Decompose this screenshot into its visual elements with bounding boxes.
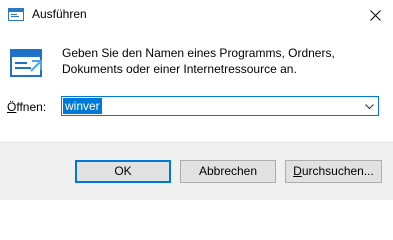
close-button[interactable] [357, 0, 393, 30]
browse-accesskey: D [293, 164, 302, 178]
run-app-icon [8, 8, 24, 21]
open-label: Öffnen: [7, 99, 46, 115]
open-input[interactable]: winver [63, 98, 102, 114]
browse-button[interactable]: Durchsuchen... [285, 160, 382, 183]
run-dialog: Ausführen Geben Sie den Namen eines Prog… [0, 0, 393, 200]
cancel-button[interactable]: Abbrechen [180, 160, 276, 183]
ok-button[interactable]: OK [75, 160, 171, 183]
open-label-accesskey: Ö [7, 100, 17, 114]
browse-label: urchsuchen... [301, 164, 374, 178]
chevron-down-icon [364, 99, 374, 113]
open-combobox[interactable]: winver [61, 96, 379, 116]
run-dialog-icon [10, 48, 44, 80]
dropdown-button[interactable] [360, 97, 378, 115]
title-bar[interactable]: Ausführen [0, 0, 393, 30]
instruction-text: Geben Sie den Namen eines Programms, Ord… [62, 46, 335, 76]
window-title: Ausführen [32, 7, 87, 21]
close-icon [369, 9, 381, 21]
open-label-text: ffnen: [16, 100, 47, 114]
